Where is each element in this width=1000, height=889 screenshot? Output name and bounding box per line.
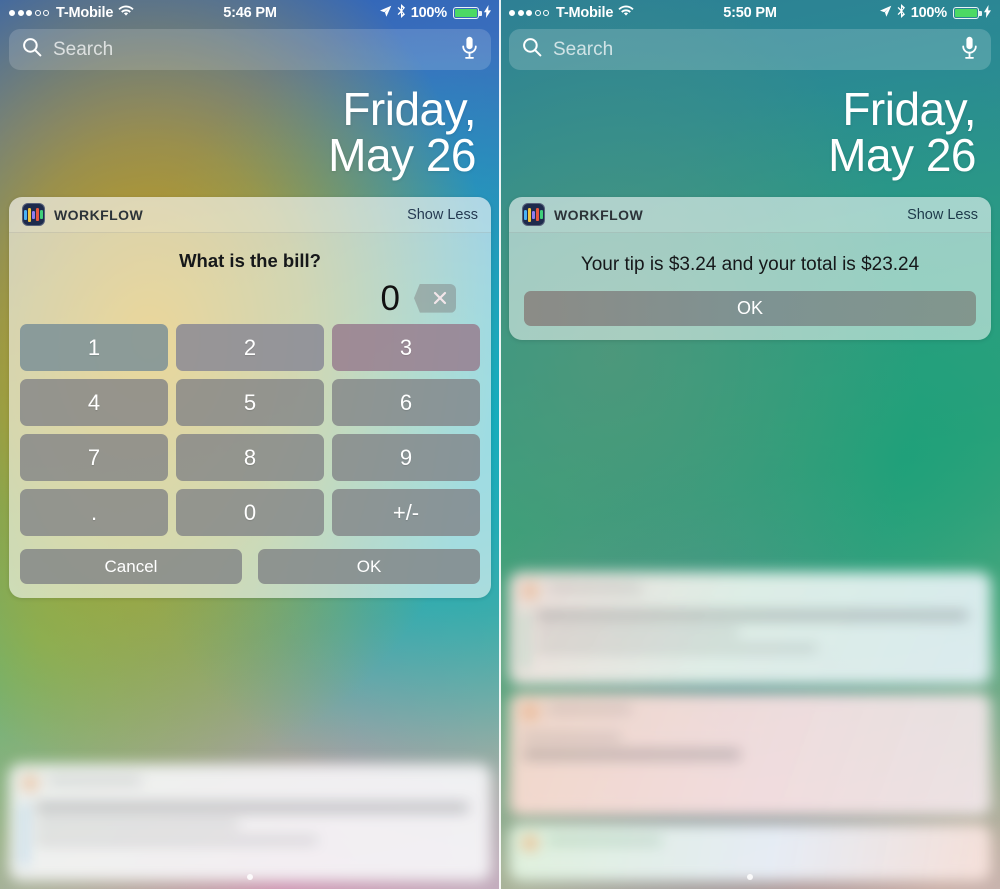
blurred-accent-bar — [22, 803, 26, 866]
backspace-delete-icon[interactable] — [414, 283, 456, 313]
microphone-icon[interactable] — [961, 36, 978, 64]
blurred-app-icon — [522, 835, 538, 851]
battery-percent-label: 100% — [910, 5, 947, 21]
phone-panel-right: T-Mobile 5:50 PM 100% Search Friday, May… — [500, 0, 1000, 889]
key-8[interactable]: 8 — [176, 434, 324, 482]
date-line-weekday: Friday, — [342, 83, 476, 135]
numeric-keypad[interactable]: 1 2 3 4 5 6 7 8 9 . 0 +/- — [20, 324, 480, 537]
date-line-weekday: Friday, — [842, 83, 976, 135]
blurred-widget-card[interactable] — [509, 572, 991, 685]
workflow-app-icon — [522, 203, 545, 227]
search-bar-left[interactable]: Search — [0, 26, 500, 70]
date-line-month-day: May 26 — [828, 128, 976, 181]
date-heading-left: Friday, May 26 — [0, 70, 500, 178]
search-field[interactable]: Search — [509, 29, 991, 70]
action-row: Cancel OK — [20, 549, 480, 585]
search-bar-right[interactable]: Search — [500, 26, 1000, 70]
blurred-widget-card[interactable] — [9, 764, 491, 881]
date-line-month-day: May 26 — [328, 128, 476, 181]
location-arrow-icon — [879, 5, 892, 22]
widget-title: WORKFLOW — [54, 206, 144, 223]
show-less-button[interactable]: Show Less — [907, 207, 978, 223]
status-bar-left: T-Mobile 5:46 PM 100% — [0, 0, 500, 26]
microphone-icon[interactable] — [461, 36, 478, 64]
blurred-widget-card[interactable] — [509, 693, 991, 816]
page-dot-active — [247, 874, 253, 880]
blurred-widget-stack-left — [0, 764, 500, 889]
key-9[interactable]: 9 — [332, 434, 480, 482]
bluetooth-icon — [397, 4, 406, 22]
result-message: Your tip is $3.24 and your total is $23.… — [580, 254, 920, 276]
battery-icon — [953, 7, 982, 19]
panel-divider — [499, 0, 501, 889]
widget-header: WORKFLOW Show Less — [509, 197, 991, 234]
ok-button[interactable]: OK — [258, 549, 480, 585]
blurred-app-icon — [22, 775, 38, 791]
carrier-label: T-Mobile — [56, 5, 114, 21]
search-placeholder: Search — [553, 38, 614, 60]
date-heading-right: Friday, May 26 — [500, 70, 1000, 178]
signal-strength-dots — [509, 10, 549, 16]
phone-panel-left: T-Mobile 5:46 PM 100% Search Friday, May… — [0, 0, 500, 889]
workflow-app-icon — [22, 203, 45, 227]
location-arrow-icon — [379, 5, 392, 22]
workflow-widget-input: WORKFLOW Show Less What is the bill? 0 1… — [9, 197, 491, 599]
prompt-question: What is the bill? — [179, 250, 321, 272]
page-indicator[interactable] — [0, 874, 500, 880]
battery-percent-label: 100% — [410, 5, 447, 21]
key-0[interactable]: 0 — [176, 489, 324, 537]
key-plus-minus[interactable]: +/- — [332, 489, 480, 537]
key-2[interactable]: 2 — [176, 324, 324, 372]
blurred-accent-bar — [522, 611, 526, 670]
comparison-stage: T-Mobile 5:46 PM 100% Search Friday, May… — [0, 0, 1000, 889]
workflow-widget-result: WORKFLOW Show Less Your tip is $3.24 and… — [509, 197, 991, 341]
key-decimal[interactable]: . — [20, 489, 168, 537]
value-row: 0 — [20, 278, 480, 324]
lightning-bolt-icon — [484, 4, 491, 22]
widget-header: WORKFLOW Show Less — [9, 197, 491, 234]
key-6[interactable]: 6 — [332, 379, 480, 427]
entered-value: 0 — [380, 278, 400, 318]
carrier-label: T-Mobile — [556, 5, 614, 21]
wifi-icon — [618, 5, 634, 21]
battery-icon — [453, 7, 482, 19]
page-indicator[interactable] — [500, 874, 1000, 880]
search-icon — [522, 37, 542, 62]
page-dot-active — [747, 874, 753, 880]
wifi-icon — [118, 5, 134, 21]
key-1[interactable]: 1 — [20, 324, 168, 372]
search-icon — [22, 37, 42, 62]
cancel-button[interactable]: Cancel — [20, 549, 242, 585]
show-less-button[interactable]: Show Less — [407, 207, 478, 223]
blurred-widget-stack-right — [500, 572, 1000, 889]
status-bar-right: T-Mobile 5:50 PM 100% — [500, 0, 1000, 26]
key-7[interactable]: 7 — [20, 434, 168, 482]
search-field[interactable]: Search — [9, 29, 491, 70]
signal-strength-dots — [9, 10, 49, 16]
widget-title: WORKFLOW — [554, 206, 644, 223]
key-5[interactable]: 5 — [176, 379, 324, 427]
bluetooth-icon — [897, 4, 906, 22]
blurred-widget-card[interactable] — [509, 824, 991, 881]
ok-button[interactable]: OK — [524, 291, 976, 327]
key-4[interactable]: 4 — [20, 379, 168, 427]
search-placeholder: Search — [53, 38, 114, 60]
widget-body: Your tip is $3.24 and your total is $23.… — [509, 233, 991, 340]
widget-body: What is the bill? 0 1 2 3 4 5 6 7 8 9 . … — [9, 233, 491, 598]
blurred-app-icon — [522, 583, 538, 599]
key-3[interactable]: 3 — [332, 324, 480, 372]
blurred-app-icon — [522, 704, 538, 720]
lightning-bolt-icon — [984, 4, 991, 22]
